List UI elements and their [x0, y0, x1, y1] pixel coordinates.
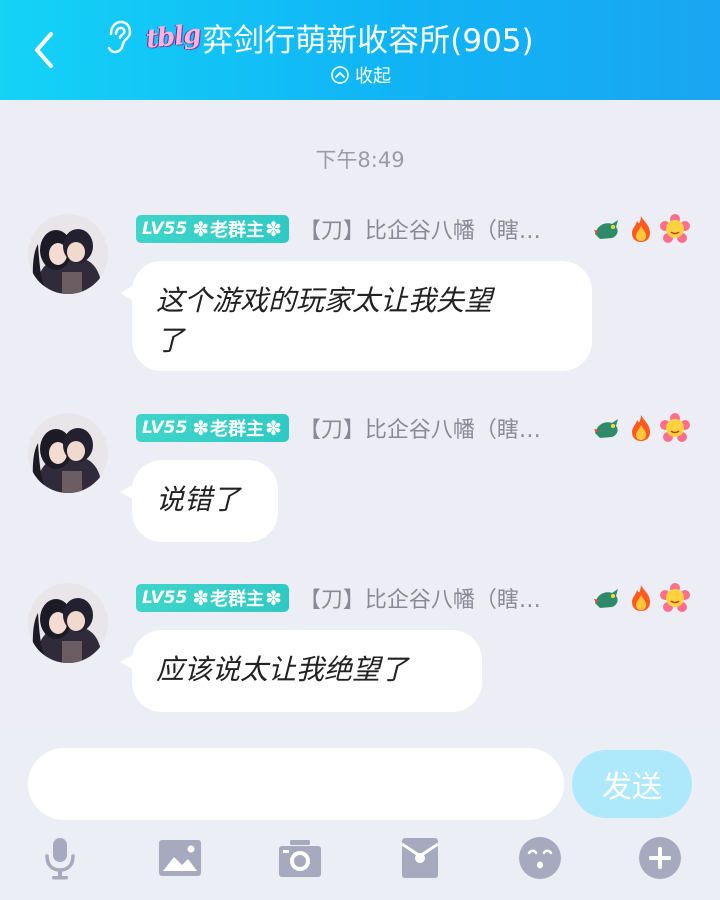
group-tag-logo: tblg	[144, 19, 202, 55]
camera-icon	[279, 840, 321, 877]
level-label: LV55	[142, 588, 188, 608]
flower-icon: ✽	[265, 217, 282, 241]
back-button[interactable]	[24, 24, 64, 76]
emoji-icon	[519, 837, 561, 879]
role-label: 老群主	[210, 419, 265, 440]
collapse-button[interactable]: 收起	[331, 62, 391, 88]
send-button[interactable]: 发送	[572, 750, 692, 818]
honor-icons	[592, 214, 690, 244]
sender-name[interactable]: 【刀】比企谷八幡（瞎…	[299, 582, 551, 614]
flower-face-icon	[660, 413, 690, 442]
member-badge: LV55 ✽ 老群主 ✽	[136, 215, 289, 243]
level-label: LV55	[142, 418, 188, 438]
voice-button[interactable]	[38, 836, 82, 880]
red-packet-button[interactable]	[398, 836, 442, 880]
message-bubble[interactable]: 应该说太让我绝望了	[120, 630, 482, 712]
composer: 发送	[0, 732, 720, 900]
image-button[interactable]	[158, 836, 202, 880]
microphone-icon	[45, 838, 75, 880]
message-meta: LV55 ✽ 老群主 ✽ 【刀】比企谷八幡（瞎…	[136, 583, 551, 613]
chat-title-row[interactable]: tblg 弈剑行萌新收容所(905)	[104, 14, 534, 60]
message-text-line: 说错了	[156, 483, 241, 516]
message-text-line: 了	[156, 324, 185, 357]
avatar[interactable]	[28, 583, 108, 663]
more-button[interactable]	[638, 836, 682, 880]
dragon-icon	[594, 589, 618, 608]
honor-icons	[592, 413, 690, 443]
honor-icons	[592, 583, 690, 613]
dragon-icon	[594, 220, 618, 239]
message-bubble[interactable]: 这个游戏的玩家太让我失望 了	[120, 261, 592, 371]
dragon-icon	[594, 419, 618, 438]
chevron-left-icon	[35, 32, 53, 68]
message-input[interactable]	[28, 748, 564, 820]
plus-circle-icon	[639, 837, 681, 879]
fire-icon	[632, 415, 650, 441]
avatar[interactable]	[28, 413, 108, 493]
flower-icon: ✽	[192, 586, 210, 610]
sender-name[interactable]: 【刀】比企谷八幡（瞎…	[299, 412, 551, 444]
avatar-image	[28, 583, 108, 663]
role-label: 老群主	[210, 589, 265, 610]
message-text-line: 这个游戏的玩家太让我失望	[156, 284, 493, 317]
flower-icon: ✽	[192, 416, 210, 440]
chevron-up-circle-icon	[331, 66, 349, 84]
role-label: 老群主	[210, 220, 265, 241]
chat-header: tblg 弈剑行萌新收容所(905) 收起	[0, 0, 720, 100]
message-time: 下午8:49	[315, 148, 405, 172]
member-badge: LV55 ✽ 老群主 ✽	[136, 584, 289, 612]
flower-icon: ✽	[265, 586, 282, 610]
message-meta: LV55 ✽ 老群主 ✽ 【刀】比企谷八幡（瞎…	[136, 413, 551, 443]
flower-face-icon	[660, 583, 690, 612]
fire-icon	[632, 216, 650, 242]
red-packet-icon	[401, 838, 439, 878]
flower-icon: ✽	[265, 416, 282, 440]
avatar-image	[28, 214, 108, 294]
avatar[interactable]	[28, 214, 108, 294]
camera-button[interactable]	[278, 836, 322, 880]
image-icon	[159, 840, 201, 876]
level-label: LV55	[142, 219, 188, 239]
flower-face-icon	[660, 214, 690, 243]
message-text-line: 应该说太让我绝望了	[156, 653, 409, 686]
message-bubble[interactable]: 说错了	[120, 460, 278, 542]
flower-icon: ✽	[192, 217, 210, 241]
group-title: 弈剑行萌新收容所(905)	[202, 22, 534, 59]
collapse-label: 收起	[355, 66, 391, 87]
message-meta: LV55 ✽ 老群主 ✽ 【刀】比企谷八幡（瞎…	[136, 214, 551, 244]
member-badge: LV55 ✽ 老群主 ✽	[136, 414, 289, 442]
ear-icon	[107, 20, 132, 54]
fire-icon	[632, 585, 650, 611]
avatar-image	[28, 413, 108, 493]
emoji-button[interactable]	[518, 836, 562, 880]
sender-name[interactable]: 【刀】比企谷八幡（瞎…	[299, 213, 551, 245]
